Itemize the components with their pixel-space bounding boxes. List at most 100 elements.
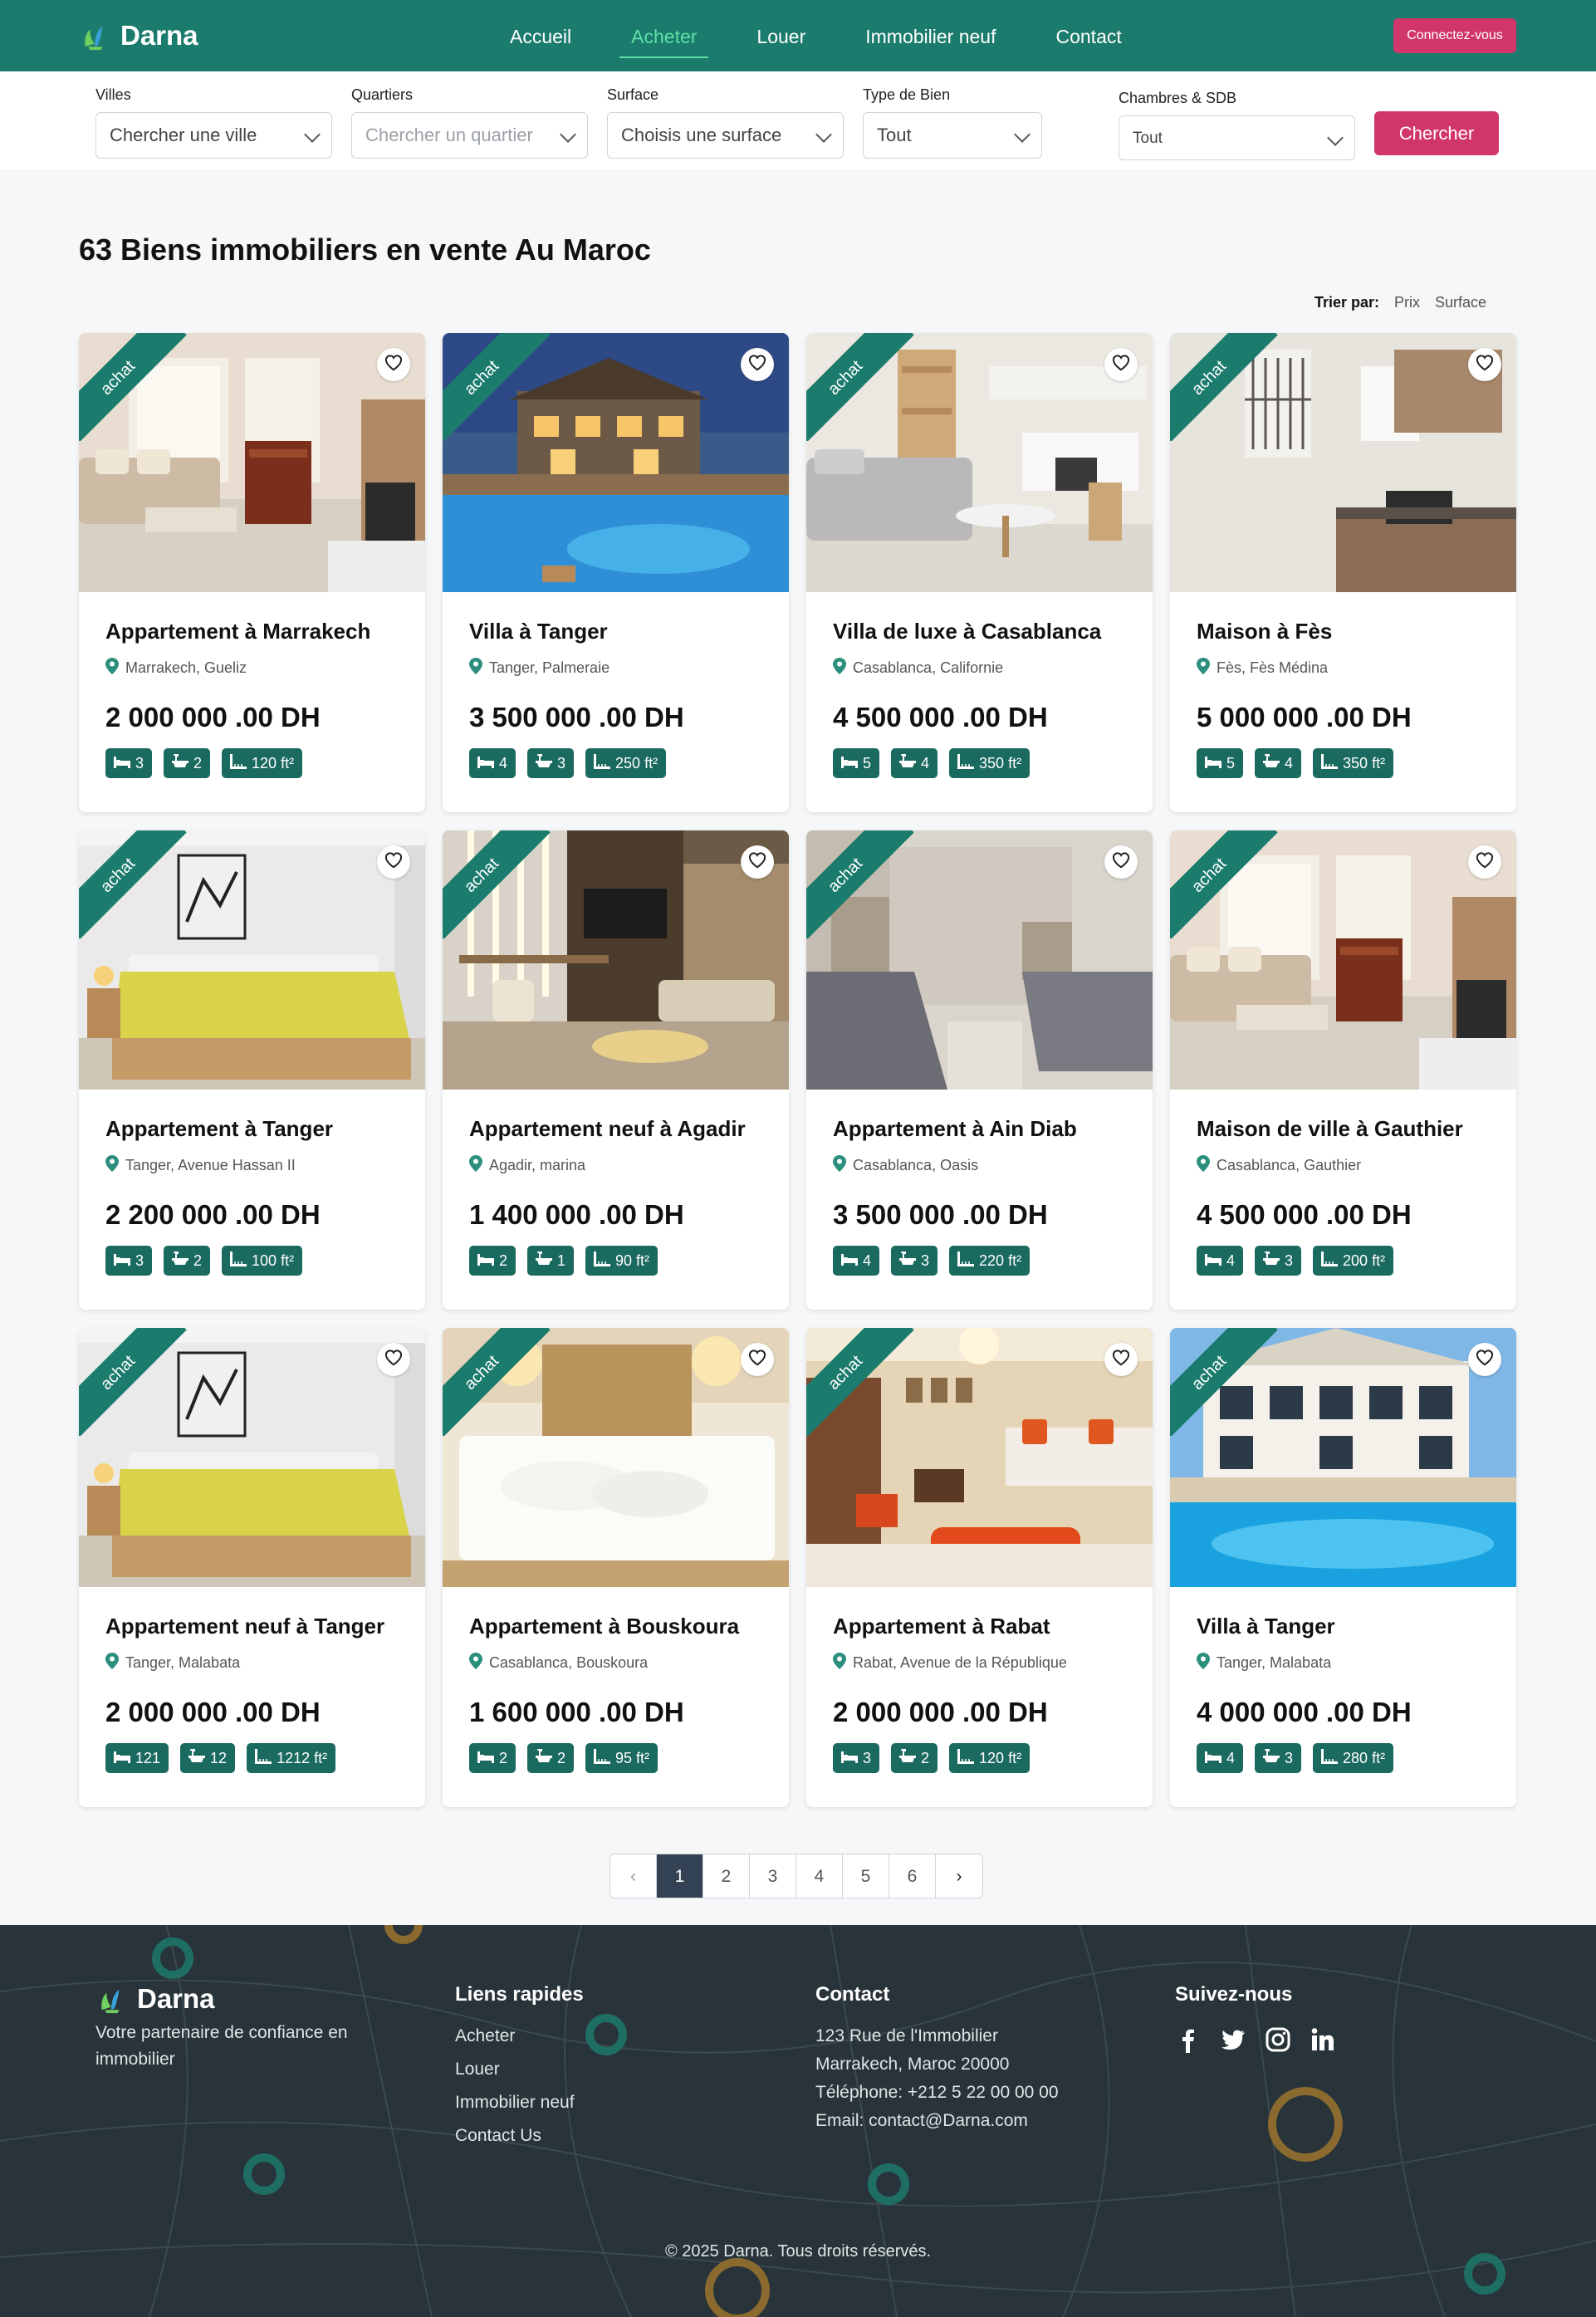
footer-logo[interactable]: Darna [95, 1983, 378, 2015]
property-photo[interactable]: achat [1170, 830, 1516, 1090]
property-title[interactable]: Appartement neuf à Agadir [469, 1116, 762, 1142]
favorite-button[interactable] [377, 348, 410, 381]
login-button[interactable]: Connectez-vous [1393, 18, 1516, 53]
property-title[interactable]: Appartement à Tanger [105, 1116, 399, 1142]
listing-type-ribbon: achat [806, 333, 914, 441]
property-card[interactable]: achat Appartement à Marrakech Marrakech, G… [79, 333, 425, 812]
bed-icon [841, 1252, 858, 1270]
property-title[interactable]: Appartement à Bouskoura [469, 1614, 762, 1639]
property-photo[interactable]: achat [443, 1328, 789, 1587]
favorite-button[interactable] [1468, 348, 1501, 381]
area-icon [594, 1251, 611, 1271]
property-card[interactable]: achat Maison à Fès Fès, Fès Médina 5 000 00… [1170, 333, 1516, 812]
property-photo[interactable]: achat [79, 333, 425, 592]
area-value: 350 ft² [1343, 754, 1386, 772]
search-button[interactable]: Chercher [1374, 111, 1499, 155]
contact-line: 123 Rue de l'Immobilier [815, 2026, 998, 2045]
favorite-button[interactable] [377, 845, 410, 879]
property-location: Tanger, Avenue Hassan II [105, 1155, 399, 1176]
filter-select[interactable]: Tout [1119, 115, 1355, 160]
property-photo[interactable]: achat [79, 830, 425, 1090]
filter-select[interactable]: Chercher un quartier [351, 112, 588, 159]
pagination-page[interactable]: 1 [657, 1854, 703, 1898]
property-card[interactable]: achat Appartement à Ain Diab Casablanca, O… [806, 830, 1153, 1310]
footer-link[interactable]: Immobilier neuf [455, 2093, 584, 2113]
pagination-page[interactable]: 2 [703, 1854, 750, 1898]
property-title[interactable]: Villa de luxe à Casablanca [833, 619, 1126, 644]
footer-link[interactable]: Acheter [455, 2026, 584, 2046]
property-card[interactable]: achat Villa à Tanger Tanger, Palmeraie 3 50… [443, 333, 789, 812]
favorite-button[interactable] [1468, 1343, 1501, 1376]
favorite-button[interactable] [741, 845, 774, 879]
ribbon-label: achat [79, 333, 187, 441]
pagination-prev[interactable]: ‹ [610, 1854, 657, 1898]
pagination-page[interactable]: 6 [889, 1854, 936, 1898]
property-photo[interactable]: achat [1170, 333, 1516, 592]
footer-link[interactable]: Contact Us [455, 2126, 584, 2146]
filter-select[interactable]: Chercher une ville [95, 112, 332, 159]
nav-link-immobilier-neuf[interactable]: Immobilier neuf [854, 0, 1007, 71]
property-photo[interactable]: achat [806, 333, 1153, 592]
property-title[interactable]: Villa à Tanger [469, 619, 762, 644]
bedrooms-count: 3 [135, 754, 144, 772]
pagination-page[interactable]: 5 [843, 1854, 889, 1898]
logo-icon [85, 26, 103, 51]
property-title[interactable]: Appartement à Marrakech [105, 619, 399, 644]
property-card[interactable]: achat Appartement à Tanger Tanger, Avenue … [79, 830, 425, 1310]
sort-by-price[interactable]: Prix [1394, 294, 1420, 311]
property-card[interactable]: achat Appartement à Bouskoura Casablanca, … [443, 1328, 789, 1807]
pagination-next[interactable]: › [936, 1854, 982, 1898]
social-heading: Suivez-nous [1175, 1983, 1293, 2006]
filter-select[interactable]: Tout [863, 112, 1042, 159]
twitter-icon[interactable] [1220, 2026, 1246, 2053]
pagination-page[interactable]: 4 [796, 1854, 843, 1898]
facebook-icon[interactable] [1175, 2026, 1202, 2053]
favorite-button[interactable] [377, 1343, 410, 1376]
favorite-button[interactable] [741, 348, 774, 381]
property-title[interactable]: Appartement à Ain Diab [833, 1116, 1126, 1142]
nav-link-accueil[interactable]: Accueil [498, 0, 583, 71]
nav-link-contact[interactable]: Contact [1044, 0, 1133, 71]
favorite-button[interactable] [1104, 348, 1138, 381]
nav-link-louer[interactable]: Louer [745, 0, 817, 71]
property-photo[interactable]: achat [806, 830, 1153, 1090]
footer-link[interactable]: Louer [455, 2060, 584, 2079]
sort-by-surface[interactable]: Surface [1435, 294, 1486, 311]
favorite-button[interactable] [1104, 845, 1138, 879]
property-title[interactable]: Appartement à Rabat [833, 1614, 1126, 1639]
property-grid: achat Appartement à Marrakech Marrakech, G… [79, 333, 1516, 1807]
favorite-button[interactable] [1468, 845, 1501, 879]
linkedin-icon[interactable] [1310, 2026, 1336, 2053]
property-card[interactable]: achat Appartement neuf à Tanger Tanger, Ma… [79, 1328, 425, 1807]
listing-type-ribbon: achat [1170, 333, 1278, 441]
property-photo[interactable]: achat [443, 830, 789, 1090]
instagram-icon[interactable] [1265, 2026, 1291, 2053]
property-card[interactable]: achat Appartement neuf à Agadir Agadir, ma… [443, 830, 789, 1310]
property-card[interactable]: achat Villa de luxe à Casablanca Casablanc… [806, 333, 1153, 812]
location-text: Tanger, Malabata [125, 1654, 241, 1671]
property-title[interactable]: Maison à Fès [1197, 619, 1490, 644]
property-title[interactable]: Villa à Tanger [1197, 1614, 1490, 1639]
property-title[interactable]: Appartement neuf à Tanger [105, 1614, 399, 1639]
bedrooms-count: 121 [135, 1749, 161, 1766]
favorite-button[interactable] [741, 1343, 774, 1376]
property-location: Fès, Fès Médina [1197, 658, 1490, 678]
property-photo[interactable]: achat [443, 333, 789, 592]
property-photo[interactable]: achat [1170, 1328, 1516, 1587]
bath-icon [536, 1747, 553, 1768]
property-card[interactable]: achat Appartement à Rabat Rabat, Avenue de… [806, 1328, 1153, 1807]
property-card[interactable]: achat Villa à Tanger Tanger, Malabata 4 000… [1170, 1328, 1516, 1807]
property-photo[interactable]: achat [79, 1328, 425, 1587]
location-text: Casablanca, Bouskoura [489, 1654, 649, 1671]
pagination-page[interactable]: 3 [750, 1854, 796, 1898]
logo[interactable]: Darna [79, 20, 198, 51]
favorite-button[interactable] [1104, 1343, 1138, 1376]
property-title[interactable]: Maison de ville à Gauthier [1197, 1116, 1490, 1142]
bed-icon [1205, 1252, 1221, 1270]
property-card[interactable]: achat Maison de ville à Gauthier Casablanc… [1170, 830, 1516, 1310]
bathrooms-count: 2 [557, 1749, 566, 1766]
nav-link-acheter[interactable]: Acheter [619, 0, 709, 71]
filter-select[interactable]: Choisis une surface [607, 112, 844, 159]
property-features: 2 1 90 ft² [469, 1246, 762, 1276]
property-photo[interactable]: achat [806, 1328, 1153, 1587]
